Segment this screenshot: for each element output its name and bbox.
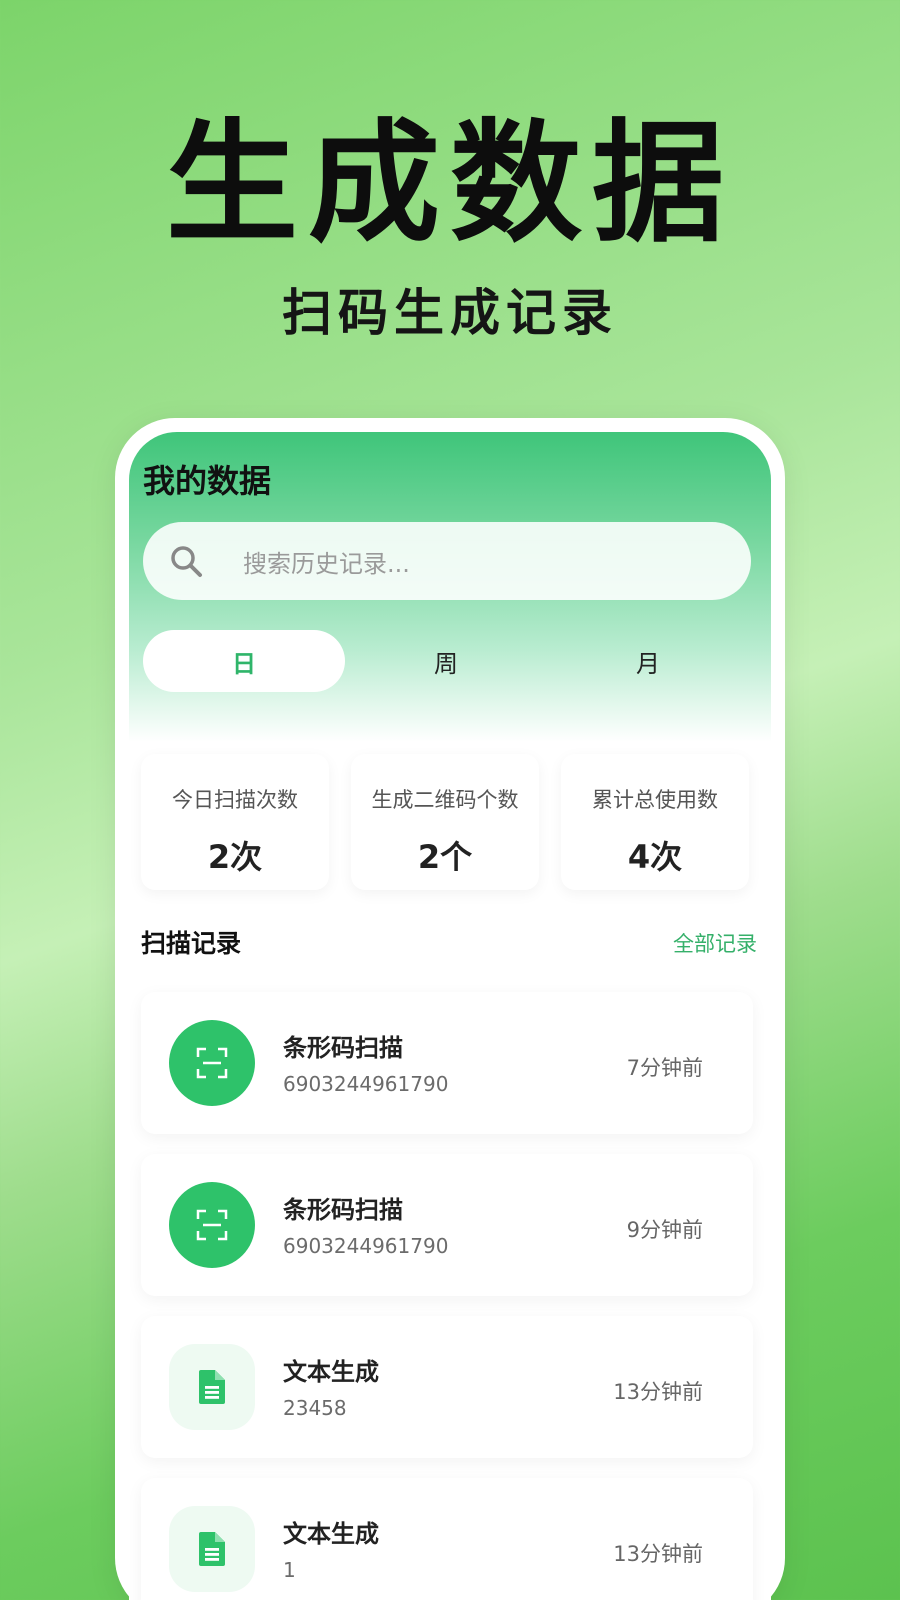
scan-frame-icon bbox=[196, 1047, 228, 1079]
record-time: 7分钟前 bbox=[626, 1056, 703, 1080]
phone-frame: 我的数据 搜索历史记录... 日 周 月 今日扫描次数 2次 生成二维码个数 2… bbox=[115, 418, 785, 1600]
list-item[interactable]: 文本生成 1 13分钟前 bbox=[141, 1478, 753, 1600]
stat-card-scans-today: 今日扫描次数 2次 bbox=[141, 754, 329, 890]
tab-month[interactable]: 月 bbox=[547, 630, 749, 692]
stat-card-total-uses: 累计总使用数 4次 bbox=[561, 754, 749, 890]
record-time: 13分钟前 bbox=[613, 1542, 703, 1566]
tab-week[interactable]: 周 bbox=[345, 630, 547, 692]
list-item[interactable]: 条形码扫描 6903244961790 7分钟前 bbox=[141, 992, 753, 1134]
search-icon bbox=[171, 546, 202, 577]
stat-label: 生成二维码个数 bbox=[371, 788, 519, 812]
record-subtitle: 6903244961790 bbox=[283, 1072, 449, 1096]
page-title: 我的数据 bbox=[143, 462, 272, 500]
hero-subtitle: 扫码生成记录 bbox=[282, 284, 618, 342]
search-placeholder: 搜索历史记录... bbox=[243, 549, 410, 578]
stat-label: 累计总使用数 bbox=[592, 788, 718, 812]
record-icon-badge bbox=[169, 1506, 255, 1592]
document-icon bbox=[199, 1370, 225, 1404]
record-icon-badge bbox=[169, 1020, 255, 1106]
record-subtitle: 6903244961790 bbox=[283, 1234, 449, 1258]
scan-frame-icon bbox=[196, 1209, 228, 1241]
section-title: 扫描记录 bbox=[141, 929, 242, 958]
record-subtitle: 1 bbox=[283, 1558, 296, 1582]
stat-value: 4次 bbox=[627, 838, 683, 876]
record-title: 文本生成 bbox=[283, 1358, 379, 1386]
record-title: 文本生成 bbox=[283, 1520, 379, 1548]
list-item[interactable]: 条形码扫描 6903244961790 9分钟前 bbox=[141, 1154, 753, 1296]
record-icon-badge bbox=[169, 1344, 255, 1430]
search-input[interactable]: 搜索历史记录... bbox=[143, 522, 751, 600]
record-time: 13分钟前 bbox=[613, 1380, 703, 1404]
app-screen: 我的数据 搜索历史记录... 日 周 月 今日扫描次数 2次 生成二维码个数 2… bbox=[129, 432, 771, 1600]
stat-label: 今日扫描次数 bbox=[172, 788, 298, 812]
record-icon-badge bbox=[169, 1182, 255, 1268]
list-item[interactable]: 文本生成 23458 13分钟前 bbox=[141, 1316, 753, 1458]
stat-value: 2次 bbox=[207, 838, 263, 876]
record-title: 条形码扫描 bbox=[283, 1196, 403, 1224]
record-title: 条形码扫描 bbox=[283, 1034, 403, 1062]
stat-card-qr-generated: 生成二维码个数 2个 bbox=[351, 754, 539, 890]
record-time: 9分钟前 bbox=[626, 1218, 703, 1242]
all-records-link[interactable]: 全部记录 bbox=[673, 928, 757, 958]
tab-day[interactable]: 日 bbox=[143, 630, 345, 692]
record-subtitle: 23458 bbox=[283, 1396, 347, 1420]
hero-title: 生成数据 bbox=[166, 107, 734, 261]
document-icon bbox=[199, 1532, 225, 1566]
period-tabs: 日 周 月 bbox=[143, 630, 751, 692]
stat-value: 2个 bbox=[417, 838, 473, 876]
